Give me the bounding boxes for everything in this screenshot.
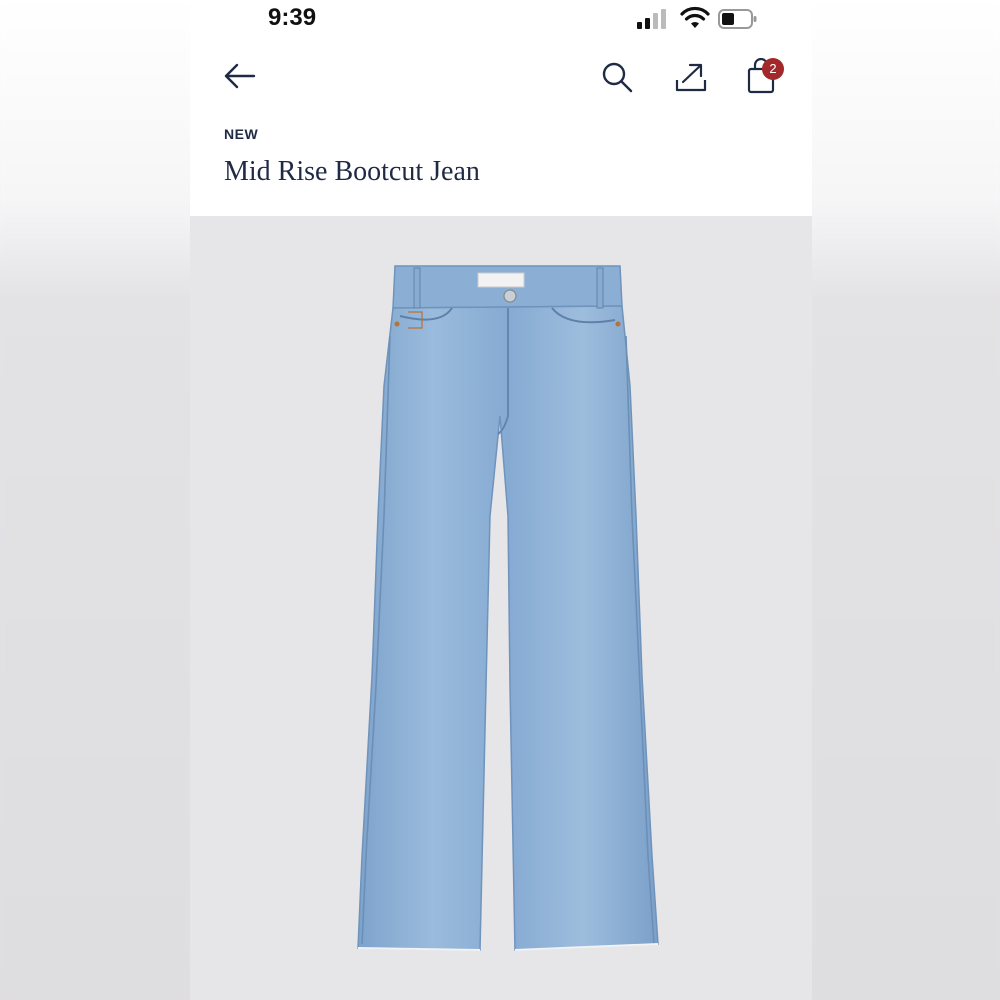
background-left-edge xyxy=(0,0,190,1000)
product-header: NEW Mid Rise Bootcut Jean xyxy=(224,126,784,188)
background-right-edge xyxy=(812,0,1000,1000)
battery-icon xyxy=(718,9,757,29)
jeans-illustration xyxy=(357,265,659,951)
status-time: 9:39 xyxy=(268,4,317,31)
top-navigation: 2 xyxy=(190,50,812,110)
product-image[interactable] xyxy=(190,216,812,1000)
search-icon[interactable] xyxy=(600,60,634,94)
phone-screen: 9:39 2 NEW Mid Rise Bootcut Jean xyxy=(190,0,812,1000)
status-bar: 9:39 xyxy=(190,0,812,40)
wifi-icon xyxy=(680,6,710,28)
product-title: Mid Rise Bootcut Jean xyxy=(224,156,480,187)
cellular-signal-icon xyxy=(637,9,666,29)
new-tag: NEW xyxy=(224,126,259,142)
cart-count-badge[interactable]: 2 xyxy=(762,58,784,80)
share-icon[interactable] xyxy=(674,60,708,94)
arrow-left-icon[interactable] xyxy=(222,60,258,92)
